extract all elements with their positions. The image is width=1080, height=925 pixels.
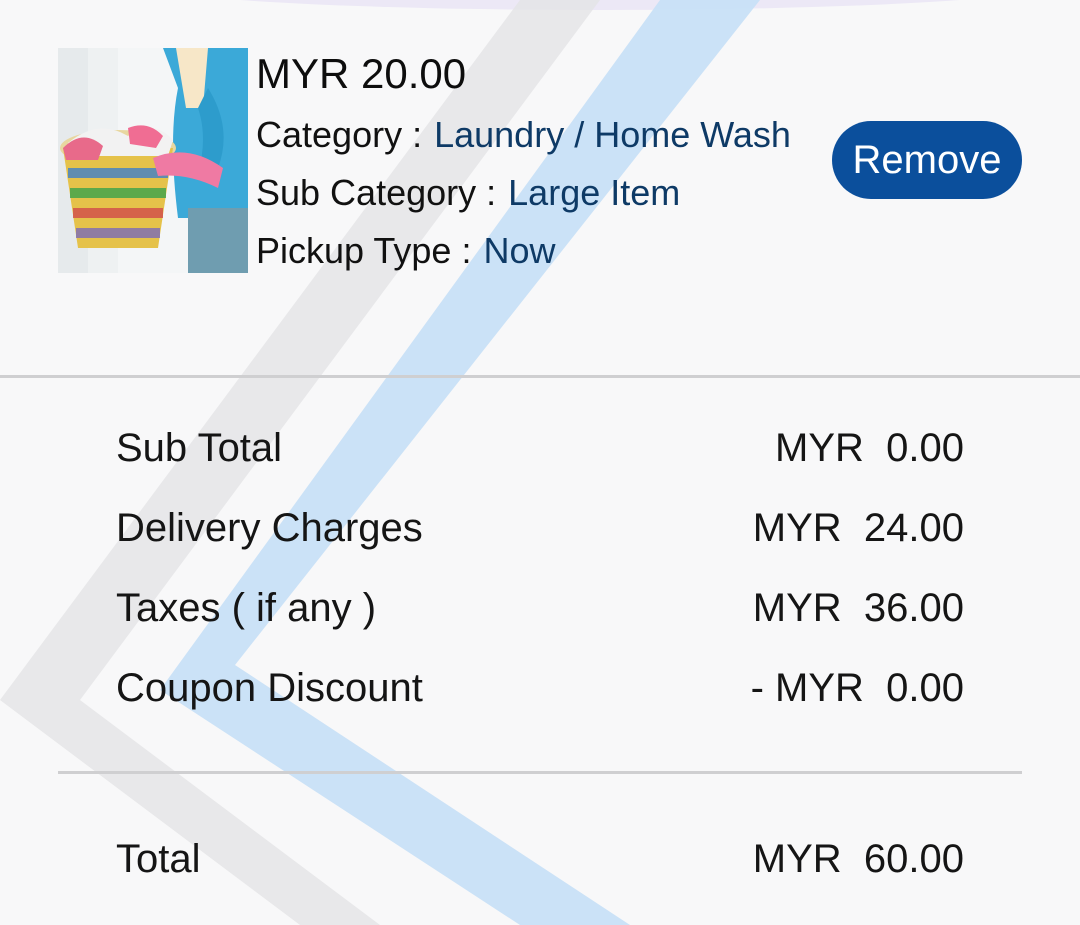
product-image — [58, 48, 248, 273]
taxes-row: Taxes ( if any ) MYR 36.00 — [116, 580, 964, 636]
coupon-discount-label: Coupon Discount — [116, 665, 423, 710]
delivery-charges-label: Delivery Charges — [116, 505, 423, 550]
delivery-charges-row: Delivery Charges MYR 24.00 — [116, 500, 964, 556]
remove-button[interactable]: Remove — [832, 121, 1022, 199]
subtotal-value: MYR 0.00 — [775, 425, 964, 470]
category-label: Category — [256, 114, 403, 155]
section-divider — [0, 375, 1080, 378]
coupon-discount-value: - MYR 0.00 — [750, 665, 964, 710]
total-row: Total MYR 60.00 — [116, 831, 964, 887]
coupon-discount-row: Coupon Discount - MYR 0.00 — [116, 660, 964, 716]
delivery-charges-value: MYR 24.00 — [752, 505, 964, 550]
category-separator: : — [412, 114, 423, 155]
taxes-label: Taxes ( if any ) — [116, 585, 377, 630]
total-value: MYR 60.00 — [752, 836, 964, 881]
pickup-type-separator: : — [461, 230, 472, 271]
subcategory-label: Sub Category — [256, 172, 477, 213]
category-value: Laundry / Home Wash — [434, 114, 791, 155]
subtotal-row: Sub Total MYR 0.00 — [116, 420, 964, 476]
item-price: MYR 20.00 — [256, 50, 467, 97]
total-label: Total — [116, 836, 201, 881]
taxes-value: MYR 36.00 — [752, 585, 964, 630]
total-divider — [58, 771, 1022, 774]
cart-item-details: MYR 20.00 Category: Laundry / Home Wash S… — [256, 48, 826, 280]
pickup-type-row: Pickup Type: Now — [256, 222, 826, 280]
category-row: Category: Laundry / Home Wash — [256, 106, 826, 164]
subcategory-row: Sub Category: Large Item — [256, 164, 826, 222]
pickup-type-label: Pickup Type — [256, 230, 452, 271]
subtotal-label: Sub Total — [116, 425, 283, 470]
subcategory-value: Large Item — [508, 172, 681, 213]
pickup-type-value: Now — [483, 230, 556, 271]
subcategory-separator: : — [486, 172, 497, 213]
